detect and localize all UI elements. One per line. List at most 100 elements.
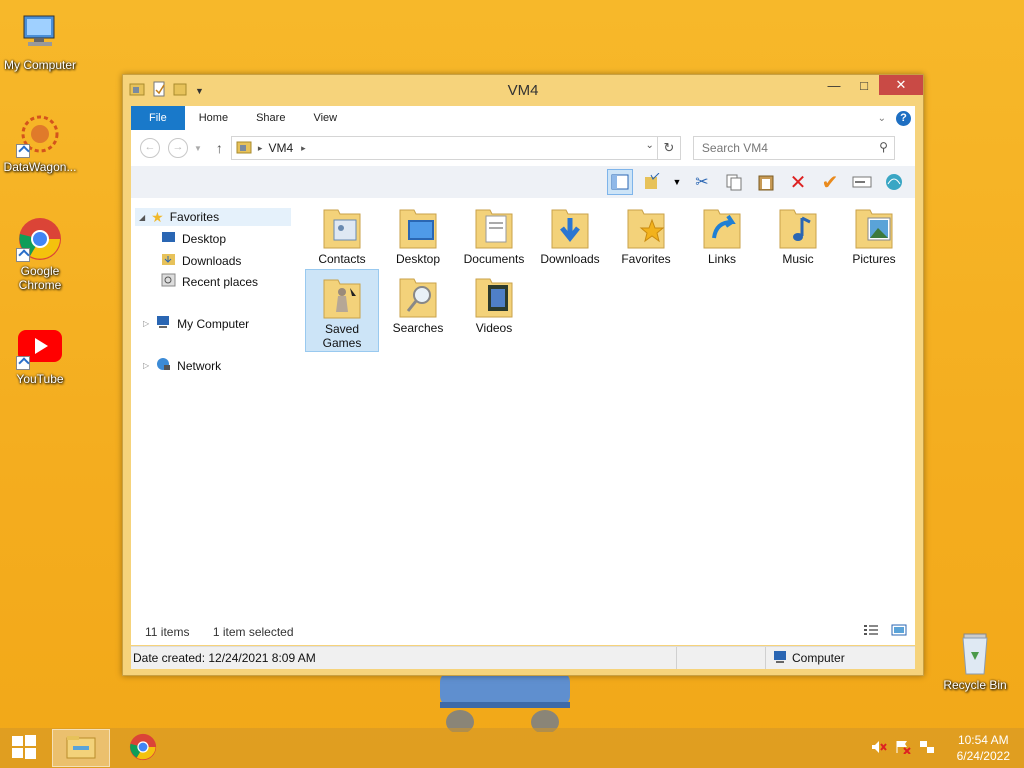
nav-recent-places[interactable]: Recent places (161, 273, 258, 290)
delete-icon[interactable]: ✕ (785, 169, 811, 195)
large-icons-view-icon[interactable] (891, 624, 907, 639)
help-icon[interactable]: ? (896, 110, 911, 126)
search-icon[interactable]: ⚲ (879, 140, 888, 154)
select-icon[interactable] (639, 169, 665, 195)
tab-share[interactable]: Share (242, 106, 299, 130)
folder-item-downloads[interactable]: Downloads (533, 200, 607, 266)
copy-icon[interactable] (721, 169, 747, 195)
chrome-icon (128, 732, 158, 765)
navigation-pane: ◢ ★ Favorites Desktop Downloads Recent p… (131, 198, 299, 645)
nav-favorites[interactable]: ◢ ★ Favorites (135, 208, 291, 226)
taskbar-file-explorer[interactable] (52, 729, 110, 767)
selection-count: 1 item selected (212, 625, 294, 639)
nav-my-computer[interactable]: ▷ My Computer (143, 315, 249, 332)
ribbon-tabs: File Home Share View ⌄ ? (131, 106, 915, 130)
desktop-icon-google-chrome[interactable]: Google Chrome (0, 216, 80, 292)
address-dropdown-icon[interactable]: ⌄ (646, 140, 654, 151)
file-list: Contacts Desktop Documents Downloads Fav… (303, 198, 915, 621)
datawagon-icon (16, 112, 64, 158)
up-button[interactable]: ↑ (216, 140, 223, 156)
folder-item-links[interactable]: Links (685, 200, 759, 266)
desktop-icon-recycle-bin[interactable]: Recycle Bin (935, 630, 1015, 692)
details-location: Computer (765, 647, 915, 669)
nav-downloads[interactable]: Downloads (161, 252, 241, 269)
folder-item-searches[interactable]: Searches (381, 269, 455, 335)
breadcrumb[interactable]: VM4 (268, 141, 293, 155)
title-bar[interactable]: ▼ VM4 — □ ✕ (123, 75, 923, 105)
search-box[interactable]: ⚲ (692, 136, 895, 160)
command-toolbar: ▼ ✂ ✕ ✔ (131, 166, 915, 198)
expand-ribbon-icon[interactable]: ⌄ (878, 113, 886, 124)
refresh-button[interactable]: ↻ (656, 137, 680, 159)
address-row: ← → ▼ ↑ ▸ VM4 ▸ ⌄ ↻ ⚲ (131, 130, 915, 166)
recent-places-icon (161, 273, 176, 290)
shell-icon[interactable] (881, 169, 907, 195)
desktop-icon-my-computer[interactable]: My Computer (0, 10, 80, 72)
clock-time: 10:54 AM (957, 733, 1009, 747)
expand-arrow-icon[interactable]: ▷ (143, 361, 149, 370)
taskbar: 10:54 AM 6/24/2022 (0, 728, 1024, 768)
taskbar-chrome[interactable] (114, 729, 172, 767)
status-bar: 11 items 1 item selected (145, 625, 294, 639)
links-icon (702, 204, 742, 250)
clock-date: 6/24/2022 (956, 749, 1010, 763)
folder-item-contacts[interactable]: Contacts (305, 200, 379, 266)
close-button[interactable]: ✕ (879, 75, 923, 95)
nav-desktop[interactable]: Desktop (161, 231, 226, 247)
date-created: Date created: 12/24/2021 8:09 AM (133, 651, 316, 665)
expand-arrow-icon[interactable]: ▷ (143, 319, 149, 328)
folder-item-documents[interactable]: Documents (457, 200, 531, 266)
rename-icon[interactable] (849, 169, 875, 195)
search-input[interactable] (699, 140, 874, 156)
expand-arrow-icon[interactable]: ◢ (139, 213, 145, 222)
breadcrumb-separator-icon[interactable]: ▸ (301, 143, 306, 154)
folder-item-saved-games[interactable]: Saved Games (305, 269, 379, 352)
breadcrumb-separator-icon[interactable]: ▸ (258, 143, 263, 154)
folder-item-videos[interactable]: Videos (457, 269, 531, 335)
clock[interactable]: 10:54 AM 6/24/2022 (957, 732, 1010, 764)
downloads-icon (550, 204, 590, 250)
address-bar[interactable]: ▸ VM4 ▸ ⌄ ↻ (230, 136, 681, 160)
start-button[interactable] (0, 728, 48, 768)
favorites-icon (626, 204, 666, 250)
network-icon (155, 357, 171, 374)
desktop-icon-label: Google Chrome (18, 264, 62, 292)
navigation-pane-button[interactable] (607, 169, 633, 195)
explorer-window[interactable]: ▼ VM4 — □ ✕ File Home Share View ⌄ ? ← →… (122, 74, 924, 676)
forward-button[interactable]: → (168, 138, 188, 158)
desktop-icon-youtube[interactable]: YouTube (0, 324, 80, 386)
tab-view[interactable]: View (299, 106, 351, 130)
details-view-icon[interactable] (863, 624, 879, 639)
folder-item-favorites[interactable]: Favorites (609, 200, 683, 266)
tab-home[interactable]: Home (185, 106, 242, 130)
searches-icon (398, 273, 438, 319)
minimize-button[interactable]: — (819, 75, 849, 95)
checkmark-icon[interactable]: ✔ (817, 169, 843, 195)
desktop-icon-datawagon[interactable]: DataWagon... (0, 112, 80, 174)
back-button[interactable]: ← (140, 138, 160, 158)
folder-icon (236, 139, 252, 158)
details-divider (675, 647, 765, 669)
recycle-bin-icon (951, 630, 999, 676)
maximize-button[interactable]: □ (849, 75, 879, 95)
folder-item-desktop[interactable]: Desktop (381, 200, 455, 266)
computer-icon (772, 650, 788, 667)
folder-item-music[interactable]: Music (761, 200, 835, 266)
network-icon[interactable] (919, 740, 935, 757)
wallpaper-mascot (430, 672, 635, 734)
system-tray: 10:54 AM 6/24/2022 (871, 732, 1024, 764)
chrome-icon (16, 216, 64, 262)
action-center-flag-icon[interactable] (895, 740, 911, 757)
pictures-icon (854, 204, 894, 250)
paste-icon[interactable] (753, 169, 779, 195)
select-dropdown-icon[interactable]: ▼ (671, 169, 683, 195)
folder-item-pictures[interactable]: Pictures (837, 200, 911, 266)
tab-file[interactable]: File (131, 106, 185, 130)
nav-network[interactable]: ▷ Network (143, 357, 221, 374)
recent-locations-icon[interactable]: ▼ (194, 144, 202, 153)
explorer-body: ◢ ★ Favorites Desktop Downloads Recent p… (131, 198, 915, 645)
cut-icon[interactable]: ✂ (689, 169, 715, 195)
volume-muted-icon[interactable] (871, 740, 887, 757)
saved-games-icon (322, 274, 362, 320)
details-bar: Date created: 12/24/2021 8:09 AM Compute… (131, 646, 915, 669)
